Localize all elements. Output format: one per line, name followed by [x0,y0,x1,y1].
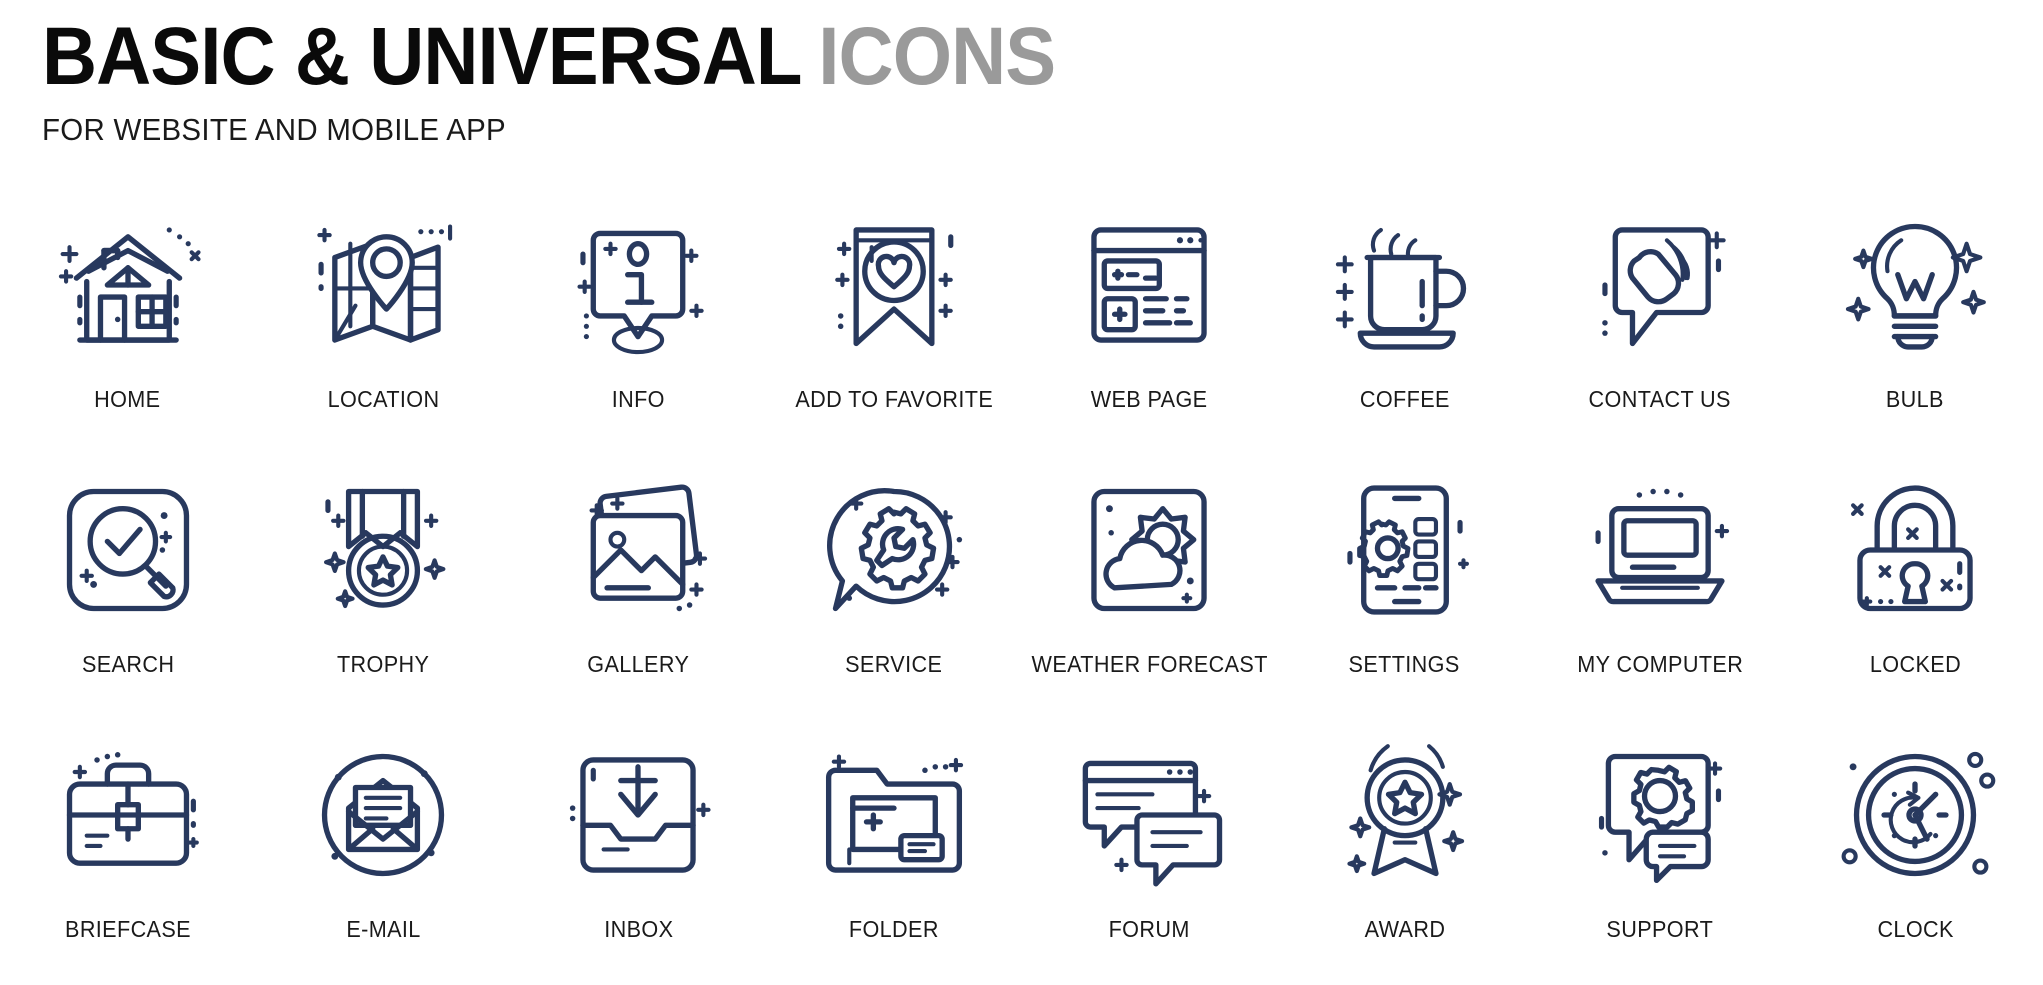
padlock-icon[interactable] [1820,455,2010,645]
icon-cell-add-to-favorite[interactable]: ADD TO FAVORITE [766,190,1021,455]
page-subtitle: FOR WEBSITE AND MOBILE APP [42,112,506,147]
icon-label: BRIEFCASE [64,916,191,942]
inbox-download-icon[interactable] [543,720,733,910]
icon-cell-locked[interactable]: LOCKED [1788,455,2043,720]
icon-cell-briefcase[interactable]: BRIEFCASE [0,720,255,985]
coffee-cup-icon[interactable] [1310,190,1500,380]
icon-label: WEATHER FORECAST [1031,651,1268,677]
folder-icon[interactable] [799,720,989,910]
open-envelope-icon[interactable] [288,720,478,910]
icon-label: AWARD [1364,916,1445,942]
browser-window-icon[interactable] [1054,190,1244,380]
location-map-pin-icon[interactable] [288,190,478,380]
icon-label: CLOCK [1877,916,1954,942]
icon-label: COFFEE [1359,386,1450,412]
icon-sheet-page: BASIC & UNIVERSAL ICONS FOR WEBSITE AND M… [0,0,2043,980]
icon-cell-location[interactable]: LOCATION [255,190,510,455]
briefcase-icon[interactable] [33,720,223,910]
icon-grid: HOME LOCATION INFO ADD TO FAVORITE WEB P… [0,190,2043,985]
sun-cloud-icon[interactable] [1054,455,1244,645]
icon-label: LOCATION [327,386,440,412]
clock-icon[interactable] [1820,720,2010,910]
icon-cell-bulb[interactable]: BULB [1788,190,2043,455]
icon-cell-trophy[interactable]: TROPHY [255,455,510,720]
icon-cell-gallery[interactable]: GALLERY [511,455,766,720]
icon-cell-service[interactable]: SERVICE [766,455,1021,720]
icon-cell-folder[interactable]: FOLDER [766,720,1021,985]
light-bulb-icon[interactable] [1820,190,2010,380]
icon-cell-inbox[interactable]: INBOX [511,720,766,985]
forum-chat-icon[interactable] [1054,720,1244,910]
icon-label: WEB PAGE [1090,386,1208,412]
photo-stack-icon[interactable] [543,455,733,645]
icon-label: MY COMPUTER [1576,651,1743,677]
phone-receiver-bubble-icon[interactable] [1565,190,1755,380]
icon-cell-forum[interactable]: FORUM [1022,720,1277,985]
page-title: BASIC & UNIVERSAL ICONS [42,16,1056,98]
icon-label: FORUM [1108,916,1190,942]
icon-label: BULB [1886,386,1945,412]
icon-cell-search[interactable]: SEARCH [0,455,255,720]
icon-label: SUPPORT [1606,916,1714,942]
icon-label: LOCKED [1869,651,1961,677]
icon-cell-coffee[interactable]: COFFEE [1277,190,1532,455]
icon-label: GALLERY [587,651,690,677]
medal-ribbon-icon[interactable] [288,455,478,645]
icon-cell-settings[interactable]: SETTINGS [1277,455,1532,720]
info-speech-bubble-icon[interactable] [543,190,733,380]
home-icon[interactable] [33,190,223,380]
icon-cell-info[interactable]: INFO [511,190,766,455]
icon-cell-support[interactable]: SUPPORT [1532,720,1787,985]
gear-wrench-bubble-icon[interactable] [799,455,989,645]
icon-cell-award[interactable]: AWARD [1277,720,1532,985]
icon-cell-web-page[interactable]: WEB PAGE [1022,190,1277,455]
laptop-icon[interactable] [1565,455,1755,645]
icon-label: E-MAIL [345,916,421,942]
title-accent-text: ICONS [818,11,1056,102]
icon-cell-clock[interactable]: CLOCK [1788,720,2043,985]
icon-cell-email[interactable]: E-MAIL [255,720,510,985]
icon-cell-my-computer[interactable]: MY COMPUTER [1532,455,1787,720]
icon-label: INFO [611,386,666,412]
support-gear-bubble-icon[interactable] [1565,720,1755,910]
icon-cell-home[interactable]: HOME [0,190,255,455]
icon-label: SERVICE [845,651,943,677]
phone-gear-icon[interactable] [1310,455,1500,645]
icon-label: FOLDER [848,916,939,942]
icon-label: INBOX [603,916,674,942]
icon-cell-contact-us[interactable]: CONTACT US [1532,190,1787,455]
title-main-text: BASIC & UNIVERSAL [42,11,802,102]
icon-label: CONTACT US [1588,386,1732,412]
icon-label: TROPHY [336,651,430,677]
icon-label: SETTINGS [1348,651,1461,677]
icon-label: HOME [94,386,161,412]
magnifier-check-icon[interactable] [33,455,223,645]
award-badge-icon[interactable] [1310,720,1500,910]
icon-label: ADD TO FAVORITE [794,386,993,412]
bookmark-heart-icon[interactable] [799,190,989,380]
icon-cell-weather-forecast[interactable]: WEATHER FORECAST [1022,455,1277,720]
icon-label: SEARCH [81,651,174,677]
header: BASIC & UNIVERSAL ICONS FOR WEBSITE AND M… [42,16,1131,148]
